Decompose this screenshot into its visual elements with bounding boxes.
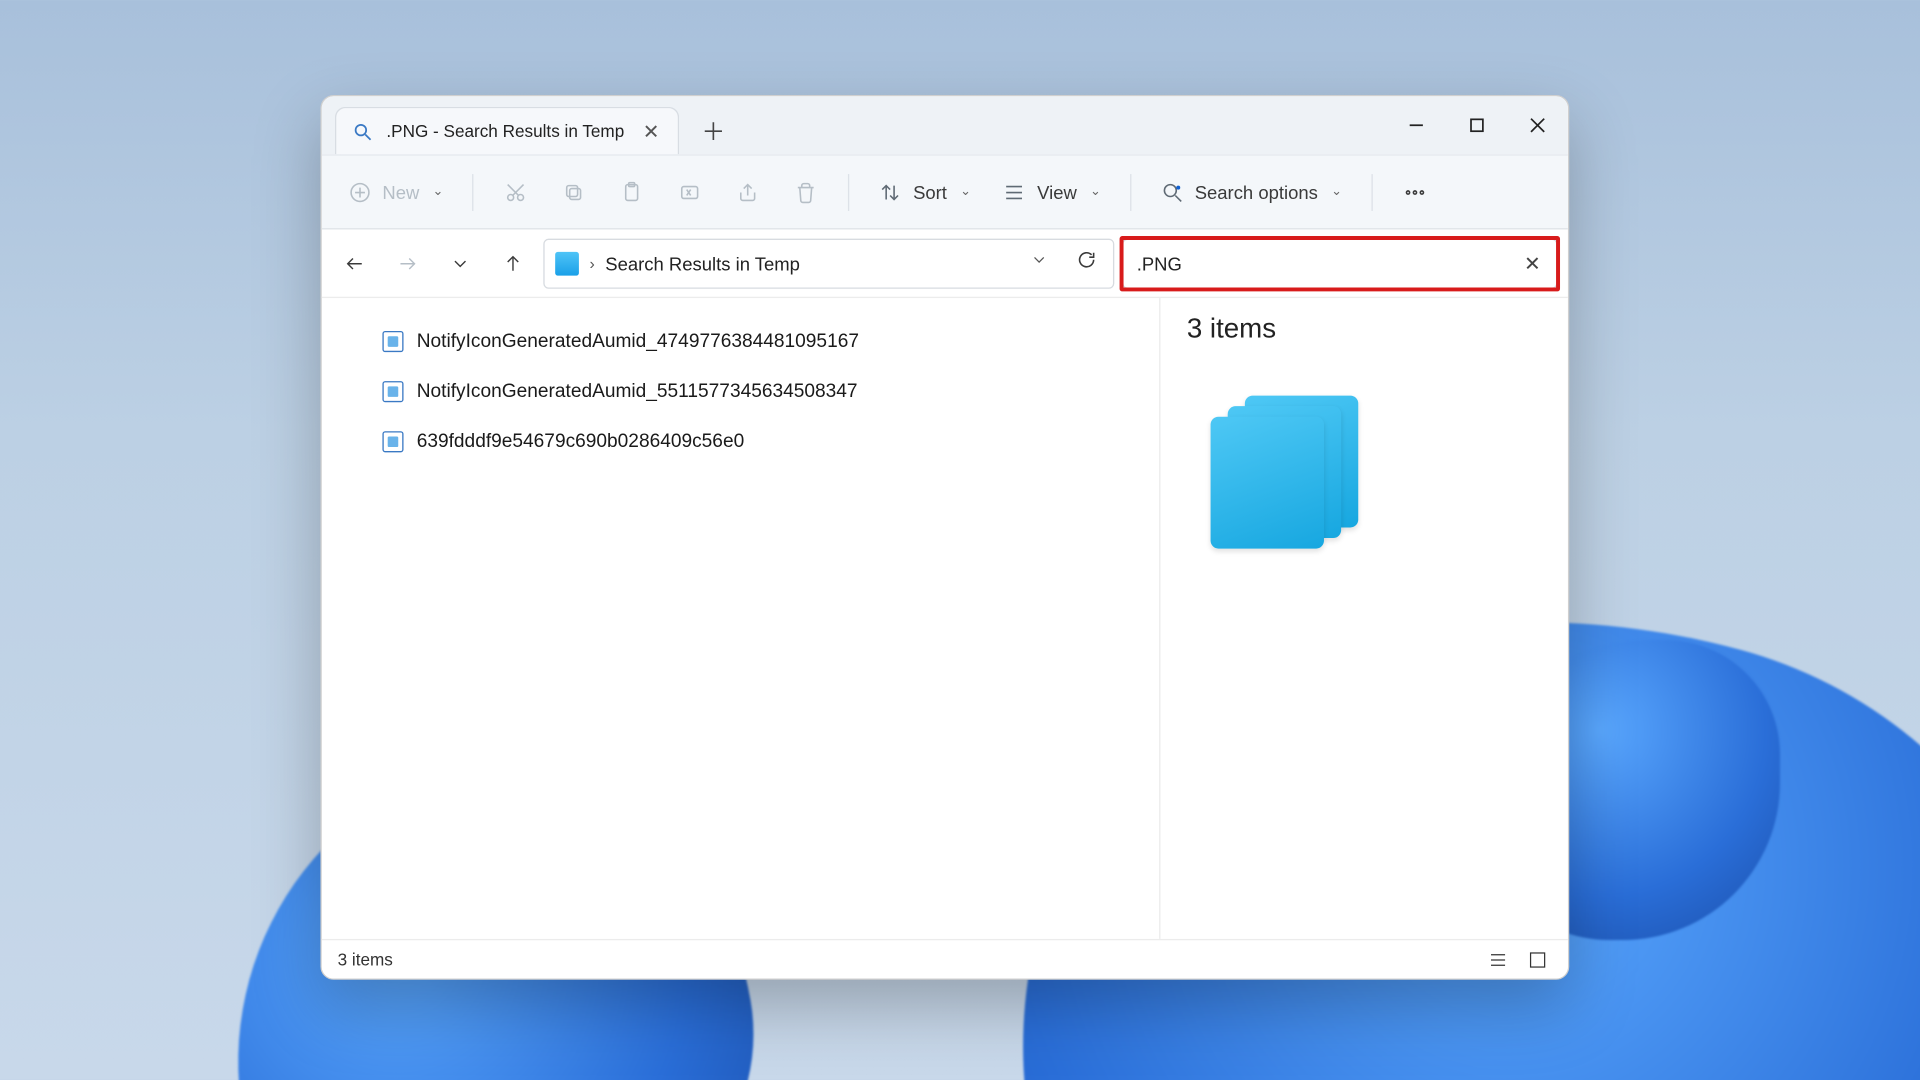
view-button[interactable]: View ⌄ [990, 168, 1115, 215]
search-options-label: Search options [1195, 181, 1318, 202]
details-pane: 3 items [1159, 298, 1568, 939]
chevron-down-icon: ⌄ [433, 185, 444, 200]
address-bar[interactable]: › Search Results in Temp [543, 238, 1114, 288]
sort-label: Sort [913, 181, 947, 202]
file-name: NotifyIconGeneratedAumid_551157734563450… [417, 381, 858, 402]
breadcrumb-sep-icon: › [589, 254, 594, 272]
details-view-button[interactable] [1484, 945, 1513, 974]
list-item[interactable]: NotifyIconGeneratedAumid_474977638448109… [382, 316, 1135, 366]
image-file-icon [382, 331, 403, 352]
list-item[interactable]: 639fdddf9e54679c690b0286409c56e0 [382, 417, 1135, 467]
back-button[interactable] [332, 241, 377, 286]
separator [1371, 173, 1372, 210]
more-button[interactable] [1388, 168, 1441, 215]
rename-button[interactable] [664, 168, 717, 215]
explorer-window: .PNG - Search Results in Temp ✕ ＋ New [320, 95, 1569, 980]
paste-button[interactable] [606, 168, 659, 215]
tab-title: .PNG - Search Results in Temp [386, 121, 624, 141]
image-file-icon [382, 381, 403, 402]
tab-close-button[interactable]: ✕ [637, 119, 664, 143]
address-text: Search Results in Temp [605, 253, 1010, 274]
close-button[interactable] [1507, 96, 1568, 154]
image-file-icon [382, 431, 403, 452]
new-label: New [382, 181, 419, 202]
share-button[interactable] [722, 168, 775, 215]
minimize-button[interactable] [1386, 96, 1447, 154]
file-name: 639fdddf9e54679c690b0286409c56e0 [417, 431, 745, 452]
sort-button[interactable]: Sort ⌄ [866, 168, 985, 215]
search-box[interactable]: ✕ [1122, 238, 1557, 288]
chevron-down-icon: ⌄ [960, 185, 971, 200]
separator [848, 173, 849, 210]
search-options-button[interactable]: Search options ⌄ [1147, 168, 1355, 215]
recent-locations-button[interactable] [438, 241, 483, 286]
copy-button[interactable] [548, 168, 601, 215]
toolbar: New ⌄ [322, 154, 1568, 229]
delete-button[interactable] [780, 168, 833, 215]
status-bar: 3 items [322, 939, 1568, 979]
results-list[interactable]: NotifyIconGeneratedAumid_474977638448109… [322, 298, 1159, 939]
clear-search-button[interactable]: ✕ [1517, 251, 1549, 275]
address-history-button[interactable] [1021, 251, 1058, 276]
new-tab-button[interactable]: ＋ [692, 109, 734, 151]
status-item-count: 3 items [338, 949, 393, 969]
forward-button[interactable] [385, 241, 430, 286]
maximize-button[interactable] [1447, 96, 1508, 154]
separator [1130, 173, 1131, 210]
details-header: 3 items [1187, 314, 1276, 346]
navigation-row: › Search Results in Temp ✕ [322, 229, 1568, 298]
folder-icon [555, 251, 579, 275]
items-thumbnail [1211, 396, 1369, 554]
chevron-down-icon: ⌄ [1331, 185, 1342, 200]
thumbnails-view-button[interactable] [1523, 945, 1552, 974]
up-button[interactable] [491, 241, 536, 286]
new-button[interactable]: New ⌄ [335, 168, 457, 215]
view-label: View [1037, 181, 1077, 202]
search-input[interactable] [1137, 253, 1517, 274]
titlebar: .PNG - Search Results in Temp ✕ ＋ [322, 96, 1568, 154]
cut-button[interactable] [490, 168, 543, 215]
search-icon [352, 121, 373, 142]
refresh-button[interactable] [1068, 249, 1105, 277]
list-item[interactable]: NotifyIconGeneratedAumid_551157734563450… [382, 367, 1135, 417]
separator [473, 173, 474, 210]
file-name: NotifyIconGeneratedAumid_474977638448109… [417, 331, 859, 352]
window-controls [1386, 96, 1568, 154]
view-switcher [1484, 945, 1553, 974]
chevron-down-icon: ⌄ [1090, 185, 1101, 200]
tab-active[interactable]: .PNG - Search Results in Temp ✕ [335, 107, 679, 154]
content-area: NotifyIconGeneratedAumid_474977638448109… [322, 298, 1568, 939]
